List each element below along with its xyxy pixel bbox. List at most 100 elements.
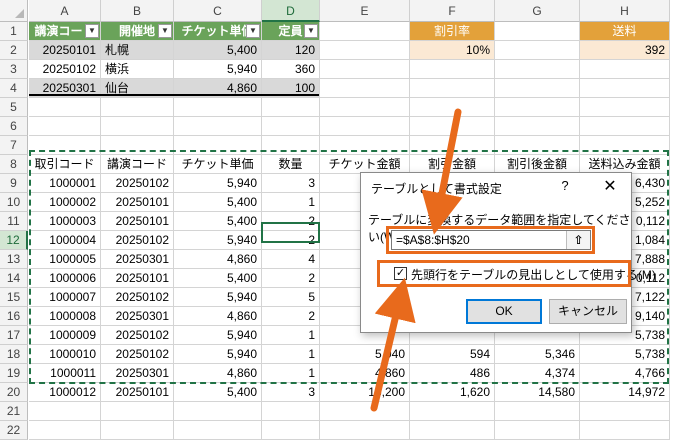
data-cell[interactable]: 5,940 [174,288,262,307]
grid-cell[interactable] [495,79,580,98]
filter-dropdown-icon[interactable]: ▼ [304,24,318,38]
data-cell[interactable]: 20250101 [101,212,174,231]
data-cell[interactable]: 20250102 [101,231,174,250]
table-cell[interactable]: 20250102 [29,60,101,79]
data-cell[interactable]: 5 [262,288,320,307]
row-header-3[interactable]: 3 [0,60,28,79]
data-cell[interactable]: 20250102 [101,288,174,307]
table-cell[interactable]: 360 [262,60,320,79]
row-header-16[interactable]: 16 [0,307,28,326]
column-header-e[interactable]: E [320,0,410,22]
grid-cell[interactable] [101,117,174,136]
grid-cell[interactable] [174,402,262,421]
grid-cell[interactable] [410,79,495,98]
data-cell[interactable]: 5,400 [174,212,262,231]
data-cell[interactable]: 4 [262,250,320,269]
table-cell[interactable]: 横浜 [101,60,174,79]
data-cell[interactable]: 5,738 [580,345,670,364]
table-header-cell[interactable]: 定員 ▼ [262,22,320,41]
data-cell[interactable]: 1000011 [29,364,101,383]
grid-cell[interactable] [320,41,410,60]
grid-cell[interactable] [320,117,410,136]
table-cell[interactable]: 120 [262,41,320,60]
grid-cell[interactable] [174,421,262,440]
data-cell[interactable]: 5,940 [174,174,262,193]
select-all-corner[interactable] [0,0,28,22]
row-header-17[interactable]: 17 [0,326,28,345]
active-cell-d12[interactable] [261,222,320,243]
data-cell[interactable]: 5,346 [495,345,580,364]
grid-cell[interactable] [101,98,174,117]
grid-cell[interactable] [580,98,670,117]
row-header-18[interactable]: 18 [0,345,28,364]
column-header-c[interactable]: C [174,0,262,22]
data-cell[interactable]: 5,940 [320,345,410,364]
data-cell[interactable]: 20250301 [101,364,174,383]
data-cell[interactable]: 4,374 [495,364,580,383]
discount-rate-label[interactable]: 割引率 [410,22,495,41]
row-header-11[interactable]: 11 [0,212,28,231]
data-cell[interactable]: 20250102 [101,174,174,193]
data-cell[interactable]: 1000009 [29,326,101,345]
row-header-14[interactable]: 14 [0,269,28,288]
main-header-cell[interactable]: 数量 [262,155,320,174]
row-header-9[interactable]: 9 [0,174,28,193]
data-cell[interactable]: 3 [262,174,320,193]
table-header-cell[interactable]: 講演コード ▼ [29,22,101,41]
grid-cell[interactable] [495,41,580,60]
row-header-10[interactable]: 10 [0,193,28,212]
data-cell[interactable]: 2 [262,269,320,288]
cancel-button[interactable]: キャンセル [549,299,627,324]
grid-cell[interactable] [174,117,262,136]
ok-button[interactable]: OK [466,299,542,324]
grid-cell[interactable] [320,60,410,79]
help-icon[interactable]: ? [557,178,573,193]
grid-cell[interactable] [580,117,670,136]
data-cell[interactable]: 3 [262,383,320,402]
data-cell[interactable]: 1000001 [29,174,101,193]
data-cell[interactable]: 4,860 [320,364,410,383]
data-cell[interactable]: 5,940 [174,231,262,250]
grid-cell[interactable] [29,402,101,421]
column-header-b[interactable]: B [101,0,174,22]
grid-cell[interactable] [580,136,670,155]
row-header-7[interactable]: 7 [0,136,28,155]
data-cell[interactable]: 594 [410,345,495,364]
grid-cell[interactable] [29,117,101,136]
grid-cell[interactable] [580,79,670,98]
grid-cell[interactable] [174,98,262,117]
data-cell[interactable]: 20250101 [101,269,174,288]
data-cell[interactable]: 1 [262,364,320,383]
grid-cell[interactable] [262,402,320,421]
row-header-1[interactable]: 1 [0,22,28,41]
data-cell[interactable]: 20250102 [101,345,174,364]
data-cell[interactable]: 1 [262,193,320,212]
grid-cell[interactable] [410,421,495,440]
grid-cell[interactable] [495,117,580,136]
data-cell[interactable]: 20250301 [101,307,174,326]
grid-cell[interactable] [101,421,174,440]
data-cell[interactable]: 5,400 [174,383,262,402]
grid-cell[interactable] [495,402,580,421]
row-header-13[interactable]: 13 [0,250,28,269]
row-header-12[interactable]: 12 [0,231,28,250]
table-header-cell[interactable]: 開催地 ▼ [101,22,174,41]
discount-rate-value[interactable]: 10% [410,41,495,60]
data-cell[interactable]: 5,940 [174,345,262,364]
row-header-5[interactable]: 5 [0,98,28,117]
data-cell[interactable]: 1000002 [29,193,101,212]
grid-cell[interactable] [262,117,320,136]
data-cell[interactable]: 4,766 [580,364,670,383]
row-header-20[interactable]: 20 [0,383,28,402]
data-cell[interactable]: 20250102 [101,326,174,345]
filter-dropdown-icon[interactable]: ▼ [158,24,172,38]
row-header-4[interactable]: 4 [0,79,28,98]
data-cell[interactable]: 1000010 [29,345,101,364]
shipping-label[interactable]: 送料 [580,22,670,41]
grid-cell[interactable] [410,98,495,117]
table-cell[interactable]: 札幌 [101,41,174,60]
table-cell[interactable]: 5,400 [174,41,262,60]
grid-cell[interactable] [29,421,101,440]
data-cell[interactable]: 1,620 [410,383,495,402]
grid-cell[interactable] [410,402,495,421]
